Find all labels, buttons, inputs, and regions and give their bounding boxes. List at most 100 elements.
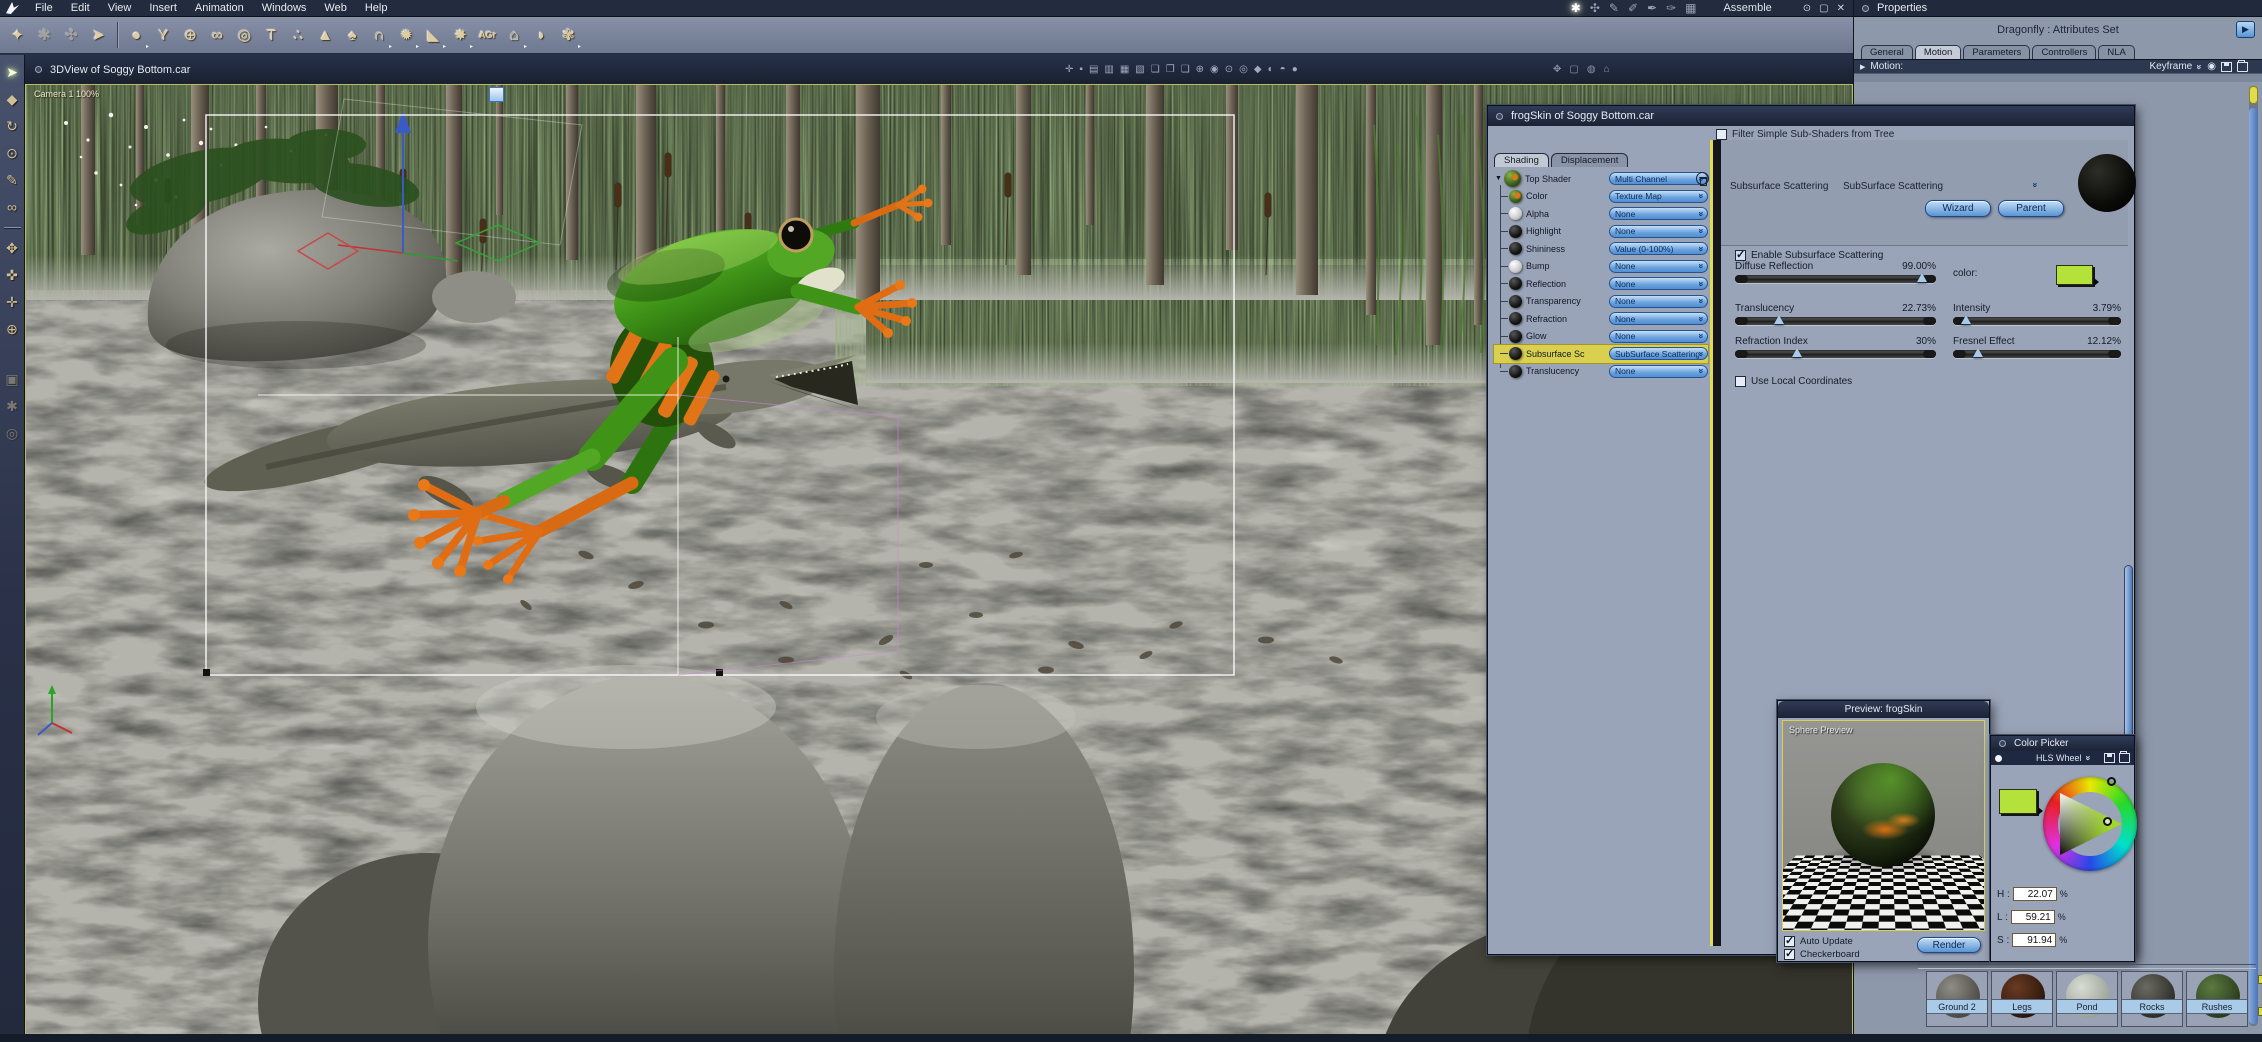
shader-type-dropdown[interactable]: Multi Channel» <box>1609 172 1708 186</box>
fresnel-value[interactable]: 12.12% <box>2087 336 2121 347</box>
shader-type-dropdown[interactable]: None » <box>1609 224 1708 238</box>
color-mode-label[interactable]: HLS Wheel <box>2036 753 2082 763</box>
track-camera-tool[interactable]: ✛ <box>6 295 18 309</box>
chevron-down-icon[interactable]: » <box>2083 755 2093 760</box>
menu-windows[interactable]: Windows <box>253 2 316 14</box>
pin-icon[interactable]: ✛ <box>1065 64 1073 75</box>
eyedropper-tool[interactable]: ✎ <box>6 173 18 187</box>
chevron-down-icon[interactable]: » <box>1696 316 1706 321</box>
refraction-slider[interactable] <box>1735 348 1936 358</box>
tray-item-pond[interactable]: Pond <box>2056 971 2118 1027</box>
box-mode-icon[interactable]: ❏ <box>1151 64 1160 75</box>
parent-button[interactable]: Parent <box>1998 200 2064 217</box>
tab-motion[interactable]: Motion <box>1914 45 1962 59</box>
tab-general[interactable]: General <box>1861 45 1913 59</box>
shader-type-dropdown[interactable]: Value (0-100%) » <box>1609 242 1708 256</box>
motion-method-value[interactable]: Keyframe <box>2149 61 2192 72</box>
shader-tree-row-bump[interactable]: Bump None » <box>1494 258 1708 276</box>
tab-shading[interactable]: Shading <box>1494 153 1549 167</box>
pane-divider[interactable] <box>1710 140 1721 946</box>
move-tool[interactable]: ◆ <box>7 92 18 106</box>
text-primitive-tool[interactable]: T <box>258 20 285 50</box>
filter-subshaders-checkbox[interactable] <box>1716 129 1727 140</box>
refraction-value[interactable]: 30% <box>1916 336 1936 347</box>
shader-type-dropdown[interactable]: None » <box>1609 294 1708 308</box>
shader-type-dropdown[interactable]: None » <box>1609 259 1708 273</box>
tray-item-legs[interactable]: Legs <box>1991 971 2053 1027</box>
shader-type-dropdown[interactable]: Texture Map » <box>1609 189 1708 203</box>
gizmo-icon[interactable]: ◉ <box>2207 61 2216 72</box>
sphere-shade-quality-icon[interactable]: ◓ <box>1280 64 1286 75</box>
shader-tree-row-reflection[interactable]: Reflection None » <box>1494 275 1708 293</box>
sss-color-swatch[interactable] <box>2056 265 2099 286</box>
scale-tool[interactable]: ⊙ <box>6 146 18 160</box>
pan-2d-tool[interactable]: ✱ <box>6 399 18 413</box>
chevron-down-icon[interactable]: » <box>1696 246 1706 251</box>
render-film-room-icon[interactable]: ▦ <box>1685 1 1696 15</box>
translucency-value[interactable]: 22.73% <box>1902 303 1936 314</box>
shader-tree-row-top-shader[interactable]: ▼ Top Shader Multi Channel» <box>1494 170 1709 188</box>
shader-type-dropdown[interactable]: None » <box>1609 207 1708 221</box>
chevron-down-icon[interactable]: » <box>1696 211 1706 216</box>
magic-wand-tool[interactable]: ✦ <box>4 20 31 50</box>
particle-emitter-tool[interactable]: ∴ <box>285 20 312 50</box>
save-icon[interactable] <box>2221 61 2232 72</box>
house-primitive-tool-flyout[interactable]: ▸ <box>524 43 527 50</box>
sl-marker[interactable] <box>2103 817 2112 826</box>
enable-sss-checkbox[interactable] <box>1735 248 1746 261</box>
grid-toggle-icon[interactable]: ✥ <box>1553 64 1561 75</box>
shader-window-title-bar[interactable]: frogSkin of Soggy Bottom.car <box>1488 106 2134 126</box>
tab-nla[interactable]: NLA <box>2098 45 2135 59</box>
lines-display-icon[interactable]: ▥ <box>1104 64 1113 75</box>
metaball-primitive-tool[interactable]: ∞ <box>204 20 231 50</box>
shader-tree-row-shininess[interactable]: Shininess Value (0-100%) » <box>1494 240 1708 258</box>
shader-type-dropdown[interactable]: SubSurface Scattering» <box>1609 347 1708 361</box>
properties-scrollbar[interactable] <box>2249 86 2258 1026</box>
diamond-quality-icon[interactable]: ◆ <box>1254 64 1262 75</box>
eye-icon[interactable]: ⊙ <box>1803 3 1811 14</box>
tulip-plant-tool-flyout[interactable]: ▸ <box>578 43 581 50</box>
terrain-primitive-tool[interactable]: ▲ <box>312 20 339 50</box>
menu-insert[interactable]: Insert <box>140 2 186 14</box>
chevron-down-icon[interactable]: » <box>2195 64 2205 69</box>
render-area-tool[interactable]: ▣ <box>5 372 18 386</box>
diffuse-slider[interactable] <box>1735 273 1936 283</box>
current-color-swatch[interactable] <box>1999 789 2043 815</box>
tulip-plant-tool[interactable]: ✾ ▸ <box>555 20 582 50</box>
breadcrumb[interactable]: Subsurface Scattering <box>1730 181 1828 192</box>
vertex-object-tool[interactable]: ◎ <box>231 20 258 50</box>
bounding-box-icon[interactable]: ❏ <box>1181 64 1190 75</box>
sphere-primitive-tool[interactable]: ● ▸ <box>123 20 150 51</box>
load-icon[interactable] <box>2237 59 2248 72</box>
lightness-input[interactable]: 59.21 <box>2010 910 2055 924</box>
preview-title-bar[interactable]: Preview: frogSkin <box>1778 701 1989 718</box>
cloud-primitive-tool-flyout[interactable]: ▸ <box>389 43 392 50</box>
shader-type-label[interactable]: SubSurface Scattering <box>1843 181 1943 192</box>
checkerboard-checkbox[interactable] <box>1784 947 1795 960</box>
tray-scroll-nub2[interactable] <box>2258 1007 2262 1016</box>
link-tool[interactable]: ∞ <box>7 200 17 214</box>
dolly-camera-tool[interactable]: ⊕ <box>6 322 18 336</box>
shader-type-dropdown[interactable]: None » <box>1609 329 1708 343</box>
shader-tree-row-color[interactable]: Color Texture Map » <box>1494 188 1708 206</box>
house-primitive-tool[interactable]: ⌂ ▸ <box>501 20 528 51</box>
shader-quill-room-icon[interactable]: ✒ <box>1647 1 1657 15</box>
shader-tree-row-translucency[interactable]: Translucency None » <box>1494 363 1708 381</box>
shader-tree-row-alpha[interactable]: Alpha None » <box>1494 205 1708 223</box>
cloud-primitive-tool[interactable]: ∩ ▸ <box>366 20 393 51</box>
wizard-button[interactable]: Wizard <box>1925 200 1991 217</box>
shaded-display-icon[interactable]: ▦ <box>1120 64 1129 75</box>
tab-displacement[interactable]: Displacement <box>1550 153 1629 167</box>
sphere-primitive-tool-flyout[interactable]: ▸ <box>146 43 149 50</box>
agr-plant-tool[interactable]: AGr <box>474 20 501 50</box>
menu-edit[interactable]: Edit <box>62 2 99 14</box>
chevron-down-icon[interactable]: » <box>1696 229 1706 234</box>
fire-primitive-tool[interactable]: ✹ ▸ <box>393 20 420 50</box>
production-frame-icon[interactable] <box>489 87 504 102</box>
texture-pencil-room-icon[interactable]: ✐ <box>1628 1 1638 15</box>
auto-update-checkbox[interactable] <box>1784 934 1795 947</box>
scrollbar-cap[interactable] <box>2249 86 2258 104</box>
scrollbar-thumb[interactable] <box>2249 108 2258 1024</box>
paint-brush-room-icon[interactable]: ✑ <box>1666 1 1676 15</box>
chevron-down-icon[interactable]: » <box>1696 281 1706 286</box>
